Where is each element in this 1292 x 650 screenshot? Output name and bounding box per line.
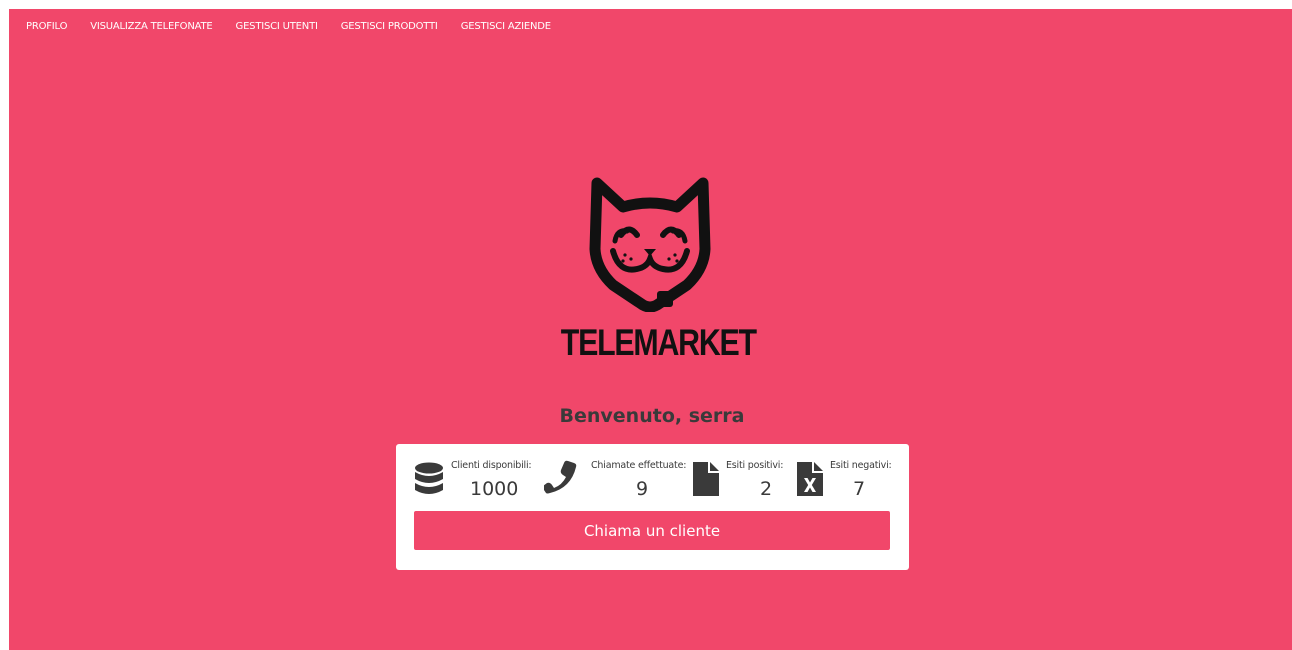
stat-value: 1000 xyxy=(470,478,519,500)
top-nav: PROFILO VISUALIZZA TELEFONATE GESTISCI U… xyxy=(26,21,574,32)
nav-item-gestisci-prodotti[interactable]: GESTISCI PRODOTTI xyxy=(341,21,438,32)
brand-name: TELEMARKET xyxy=(560,322,757,363)
stats-card: Clienti disponibili: 1000 Chiamate effet… xyxy=(396,444,909,570)
stat-label: Clienti disponibili: xyxy=(451,460,532,471)
nav-item-profilo[interactable]: PROFILO xyxy=(26,21,67,32)
stat-label: Esiti positivi: xyxy=(726,460,784,471)
nav-item-gestisci-utenti[interactable]: GESTISCI UTENTI xyxy=(236,21,318,32)
file-icon xyxy=(693,462,719,496)
welcome-message: Benvenuto, serra xyxy=(559,405,745,427)
call-client-button[interactable]: Chiama un cliente xyxy=(414,511,890,550)
nav-item-gestisci-aziende[interactable]: GESTISCI AZIENDE xyxy=(461,21,551,32)
phone-icon xyxy=(544,460,577,494)
nav-item-visualizza-telefonate[interactable]: VISUALIZZA TELEFONATE xyxy=(90,21,212,32)
stat-value: 2 xyxy=(760,478,773,500)
stat-value: 7 xyxy=(853,478,866,500)
stat-label: Esiti negativi: xyxy=(830,460,892,471)
file-excel-icon xyxy=(797,462,823,496)
cat-face-icon xyxy=(589,177,711,312)
stat-label: Chiamate effettuate: xyxy=(591,460,687,471)
stat-value: 9 xyxy=(636,478,649,500)
database-icon xyxy=(415,462,443,494)
page-background: PROFILO VISUALIZZA TELEFONATE GESTISCI U… xyxy=(9,9,1292,650)
